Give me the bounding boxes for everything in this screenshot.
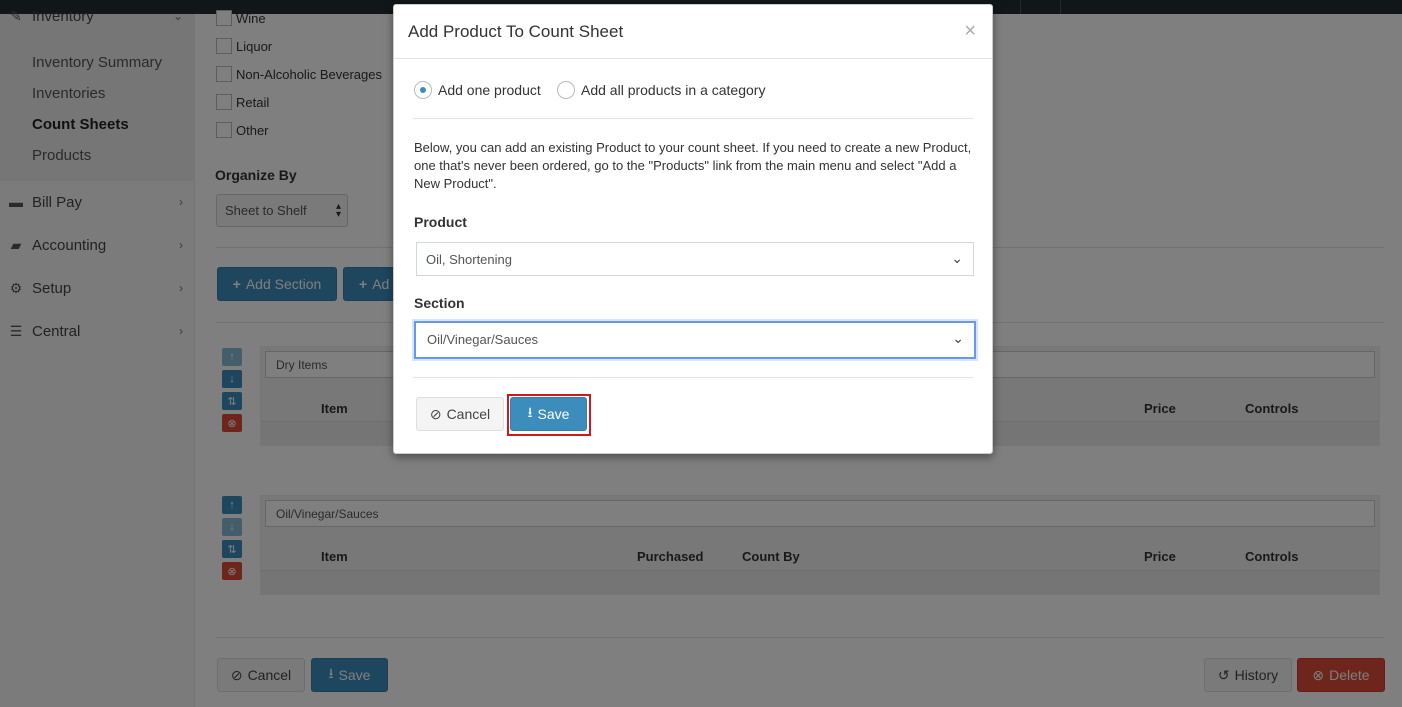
radio-button[interactable] [414, 81, 432, 99]
modal-save-button[interactable]: ⭳ Save [510, 397, 587, 431]
section-select-value: Oil/Vinegar/Sauces [427, 332, 539, 347]
close-icon[interactable]: × [964, 20, 976, 43]
radio-add-all-in-category[interactable]: Add all products in a category [557, 81, 765, 99]
section-select[interactable]: Oil/Vinegar/Sauces ⌄ [414, 321, 976, 359]
divider [413, 118, 973, 119]
help-text: Below, you can add an existing Product t… [414, 140, 972, 191]
section-label: Section [414, 295, 465, 311]
product-select-value: Oil, Shortening [426, 252, 512, 267]
add-product-modal: Add Product To Count Sheet × Add one pro… [393, 4, 993, 454]
modal-title: Add Product To Count Sheet [408, 22, 624, 41]
chevron-down-icon: ⌄ [951, 250, 963, 266]
download-icon: ⭳ [527, 404, 533, 420]
cancel-label: Cancel [446, 406, 491, 422]
save-label: Save [537, 406, 570, 422]
radio-add-one-product[interactable]: Add one product [414, 81, 541, 99]
radio-label: Add one product [438, 82, 541, 98]
radio-label: Add all products in a category [581, 82, 766, 98]
divider [413, 377, 973, 378]
modal-header: Add Product To Count Sheet × [394, 5, 992, 59]
ban-icon: ⊘ [429, 405, 442, 422]
radio-button[interactable] [557, 81, 575, 99]
product-label: Product [414, 214, 467, 230]
chevron-down-icon: ⌄ [952, 330, 964, 346]
product-select[interactable]: Oil, Shortening ⌄ [416, 242, 974, 276]
modal-cancel-button[interactable]: ⊘ Cancel [416, 397, 504, 431]
